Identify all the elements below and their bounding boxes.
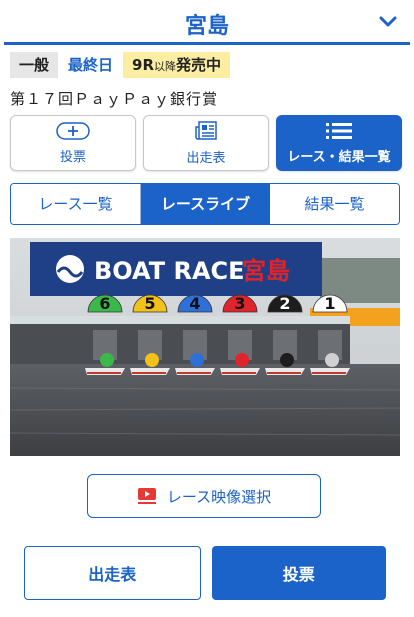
sale-small: 以降 — [154, 60, 177, 73]
sale-status-badge: 9R以降発売中 — [123, 52, 231, 78]
tab-race-live[interactable]: レースライブ — [141, 184, 270, 224]
newspaper-icon — [195, 120, 217, 140]
banner-venue: 宮島 — [242, 257, 290, 285]
entry-card-label: 出走表 — [186, 150, 226, 166]
nav-cards: 投票 出走表 レース・結果一覧 — [10, 115, 402, 171]
race-tabs: レース一覧 レースライブ 結果一覧 — [10, 183, 400, 225]
svg-text:3: 3 — [234, 294, 245, 313]
tab-results-list[interactable]: 結果一覧 — [270, 184, 399, 224]
video-frame: BOAT RACE 宮島 6 5 4 3 2 1 — [10, 238, 400, 456]
entry-card[interactable]: 出走表 — [143, 115, 269, 171]
tab-race-list[interactable]: レース一覧 — [11, 184, 141, 224]
vote-card[interactable]: 投票 — [10, 115, 136, 171]
race-live-video[interactable]: BOAT RACE 宮島 6 5 4 3 2 1 — [10, 238, 400, 456]
race-name: 第１７回ＰａｙＰａｙ銀行賞 — [10, 90, 219, 108]
svg-text:2: 2 — [279, 294, 290, 313]
entry-list-button[interactable]: 出走表 — [24, 546, 201, 600]
svg-text:1: 1 — [324, 294, 335, 313]
header: 宮島 — [0, 0, 414, 46]
venue-title: 宮島 — [184, 14, 229, 39]
sale-text: 発売中 — [176, 56, 222, 74]
race-results-card-label: レース・結果一覧 — [287, 149, 391, 165]
race-info-badges: 一般 最終日 9R以降発売中 — [10, 52, 231, 78]
vote-button[interactable]: 投票 — [211, 546, 386, 600]
plus-circle-icon — [56, 121, 90, 140]
bottom-actions: 出走表 投票 — [24, 546, 386, 600]
race-results-card[interactable]: レース・結果一覧 — [276, 115, 402, 171]
grade-badge: 一般 — [10, 52, 59, 78]
chevron-down-icon[interactable] — [378, 14, 398, 30]
race-video-select-button[interactable]: レース映像選択 — [87, 474, 321, 518]
day-badge: 最終日 — [68, 56, 114, 74]
sale-race: 9R — [132, 56, 155, 74]
vote-card-label: 投票 — [59, 149, 86, 165]
svg-text:6: 6 — [99, 294, 110, 313]
svg-text:5: 5 — [144, 294, 155, 313]
svg-text:4: 4 — [189, 294, 200, 313]
list-icon — [326, 122, 352, 139]
banner-text: BOAT RACE — [94, 257, 245, 285]
race-video-select-label: レース映像選択 — [166, 487, 272, 506]
video-play-icon — [137, 488, 156, 504]
header-divider — [4, 42, 410, 45]
